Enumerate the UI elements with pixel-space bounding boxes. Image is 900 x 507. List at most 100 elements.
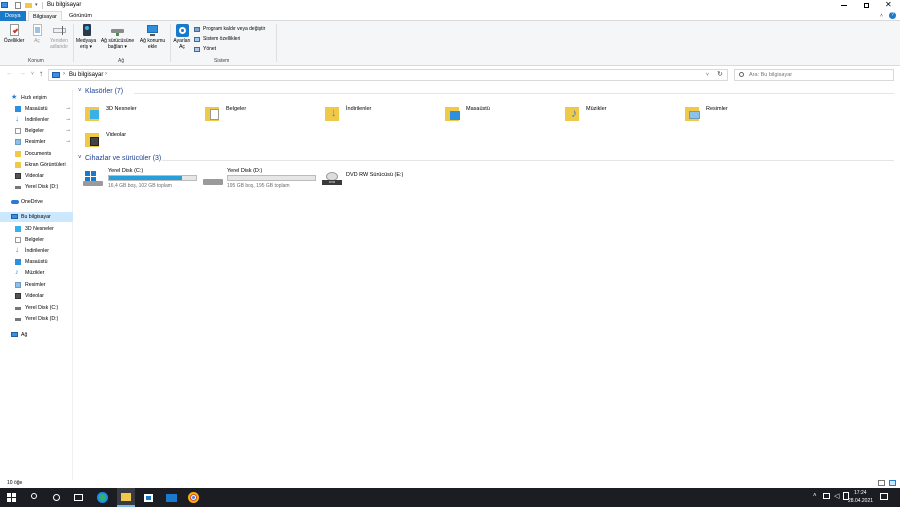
nav-label: Yerel Disk (D:) (25, 316, 59, 322)
back-icon[interactable]: ← (6, 70, 13, 77)
address-dropdown-icon[interactable]: ˅ (706, 72, 709, 78)
search-input[interactable]: Ara: Bu bilgisayar (749, 72, 792, 78)
nav-this-pc[interactable]: Bu bilgisayar (0, 212, 73, 222)
folder-documents[interactable]: Belgeler (205, 104, 325, 128)
ribbon-separator (170, 24, 171, 62)
start-icon[interactable] (6, 491, 19, 504)
nav-network[interactable]: Ağ (0, 330, 73, 340)
details-view-icon[interactable] (878, 480, 885, 486)
ribbon-collapse-icon[interactable]: ˄ (880, 13, 883, 19)
map-network-drive-button[interactable]: Ağ sürücüsüne bağlan ▾ (99, 24, 136, 50)
nav-pc-pictures[interactable]: Resimler (0, 280, 73, 290)
nav-label: Videolar (25, 173, 44, 179)
pin-icon[interactable]: ⊸ (66, 115, 72, 123)
folder-3d-objects[interactable]: 3D Nesneler (85, 104, 205, 128)
nav-item-screenshots[interactable]: Ekran Görüntüleri (0, 160, 73, 170)
folder-music[interactable]: ♪ Müzikler (565, 104, 685, 128)
task-view-icon[interactable] (72, 491, 85, 504)
drives-collapse-icon[interactable]: ˅ (78, 155, 82, 161)
nav-item-desktop[interactable]: Masaüstü ⊸ (0, 104, 73, 114)
cortana-icon[interactable] (50, 491, 63, 504)
rename-button[interactable]: Yeniden adlandır (47, 24, 71, 50)
nav-pc-disk-c[interactable]: Yerel Disk (C:) (0, 303, 73, 313)
nav-item-documents-folder[interactable]: Documents (0, 149, 73, 159)
help-icon[interactable]: ? (889, 12, 896, 19)
refresh-icon[interactable]: ↻ (717, 70, 723, 78)
documents-icon (15, 237, 21, 243)
maximize-icon[interactable] (864, 3, 869, 8)
music-icon: ♪ (565, 104, 583, 122)
add-network-location-button[interactable]: Ağ konumu ekle (138, 24, 167, 50)
pin-icon[interactable]: ⊸ (66, 137, 72, 145)
pin-icon[interactable]: ⊸ (66, 126, 72, 134)
drive-dvd[interactable]: DVD DVD RW Sürücüsü (E:) (322, 167, 438, 191)
open-settings-button[interactable]: Ayarları Aç (172, 24, 192, 50)
folder-videos[interactable]: Videolar (85, 130, 205, 154)
nav-pc-documents[interactable]: Belgeler (0, 235, 73, 245)
breadcrumb-path[interactable]: Bu bilgisayar (69, 72, 103, 78)
system-properties-button[interactable]: Sistem özellikleri (194, 36, 254, 44)
drive-info: 195 GB boş, 195 GB toplam (227, 183, 290, 189)
nav-item-documents[interactable]: Belgeler ⊸ (0, 126, 73, 136)
clock-time[interactable]: 17:24 (854, 490, 867, 496)
nav-item-downloads[interactable]: ↓ İndirilenler ⊸ (0, 114, 73, 125)
show-hidden-icons-icon[interactable]: ˄ (813, 493, 817, 499)
up-icon[interactable]: ↑ (39, 69, 43, 78)
recent-locations-icon[interactable]: ˅ (31, 71, 34, 77)
nav-onedrive[interactable]: OneDrive (0, 197, 73, 207)
properties-quick-icon[interactable] (15, 2, 21, 9)
minimize-icon[interactable] (841, 5, 847, 6)
nav-label: Resimler (25, 139, 46, 145)
nav-pc-disk-d[interactable]: Yerel Disk (D:) (0, 314, 73, 324)
mail-icon[interactable] (165, 491, 178, 504)
customize-quick-access-icon[interactable]: ▾ (35, 2, 38, 8)
nav-item-videos[interactable]: Videolar (0, 171, 73, 181)
folders-header[interactable]: Klasörler (7) (85, 88, 123, 95)
uninstall-program-button[interactable]: Program kaldır veya değiştir (194, 26, 274, 34)
3d-objects-icon (15, 226, 21, 232)
drives-header[interactable]: Cihazlar ve sürücüler (3) (85, 155, 161, 162)
folder-downloads[interactable]: ↓ İndirilenler (325, 104, 445, 128)
nav-pc-desktop[interactable]: Masaüstü (0, 257, 73, 267)
documents-icon (15, 128, 21, 134)
volume-icon[interactable]: ◁ (834, 492, 839, 500)
folder-pictures[interactable]: Resimler (685, 104, 805, 128)
drive-c[interactable]: Yerel Disk (C:) 16,4 GB boş, 102 GB topl… (83, 167, 199, 191)
large-icons-view-icon[interactable] (889, 480, 896, 486)
search-icon[interactable] (28, 491, 41, 504)
nav-label: Belgeler (25, 237, 45, 243)
nav-pc-downloads[interactable]: ↓ İndirilenler (0, 245, 73, 256)
manage-button[interactable]: Yönet (194, 46, 234, 54)
tab-computer[interactable]: Bilgisayar (28, 11, 62, 21)
nav-item-disk-d[interactable]: Yerel Disk (D:) (0, 182, 73, 192)
folder-desktop[interactable]: Masaüstü (445, 104, 565, 128)
new-folder-quick-icon[interactable] (25, 3, 32, 8)
nav-pc-videos[interactable]: Videolar (0, 291, 73, 301)
notifications-icon[interactable] (880, 493, 888, 500)
explorer-icon (1, 2, 8, 8)
address-box[interactable]: › Bu bilgisayar › ˅ ↻ (48, 69, 728, 81)
search-box[interactable]: Ara: Bu bilgisayar (734, 69, 894, 81)
folders-collapse-icon[interactable]: ˅ (78, 88, 82, 94)
system-properties-icon (194, 37, 200, 42)
nav-pc-music[interactable]: ♪ Müzikler (0, 268, 73, 278)
nav-quick-access[interactable]: ★ Hızlı erişim (0, 93, 73, 103)
close-icon[interactable]: ✕ (885, 0, 892, 10)
tab-file[interactable]: Dosya (0, 11, 26, 21)
forward-icon[interactable]: → (19, 70, 26, 77)
store-icon[interactable] (142, 491, 155, 504)
drive-d[interactable]: Yerel Disk (D:) 195 GB boş, 195 GB topla… (203, 167, 319, 191)
nav-pc-3d-objects[interactable]: 3D Nesneler (0, 224, 73, 234)
clock-date[interactable]: 28.04.2021 (848, 498, 873, 504)
drive-icon (15, 318, 21, 321)
open-button[interactable]: Aç (29, 24, 45, 45)
edge-icon[interactable] (96, 491, 109, 504)
tab-view[interactable]: Görünüm (65, 11, 96, 21)
media-access-button[interactable]: Medyaya eriş ▾ (75, 24, 97, 50)
nav-item-pictures[interactable]: Resimler ⊸ (0, 137, 73, 147)
properties-button[interactable]: Özellikler (3, 24, 25, 45)
network-status-icon[interactable] (823, 493, 830, 499)
pin-icon[interactable]: ⊸ (66, 104, 72, 112)
chrome-icon[interactable] (187, 491, 200, 504)
file-explorer-taskbar-icon[interactable] (117, 488, 135, 507)
